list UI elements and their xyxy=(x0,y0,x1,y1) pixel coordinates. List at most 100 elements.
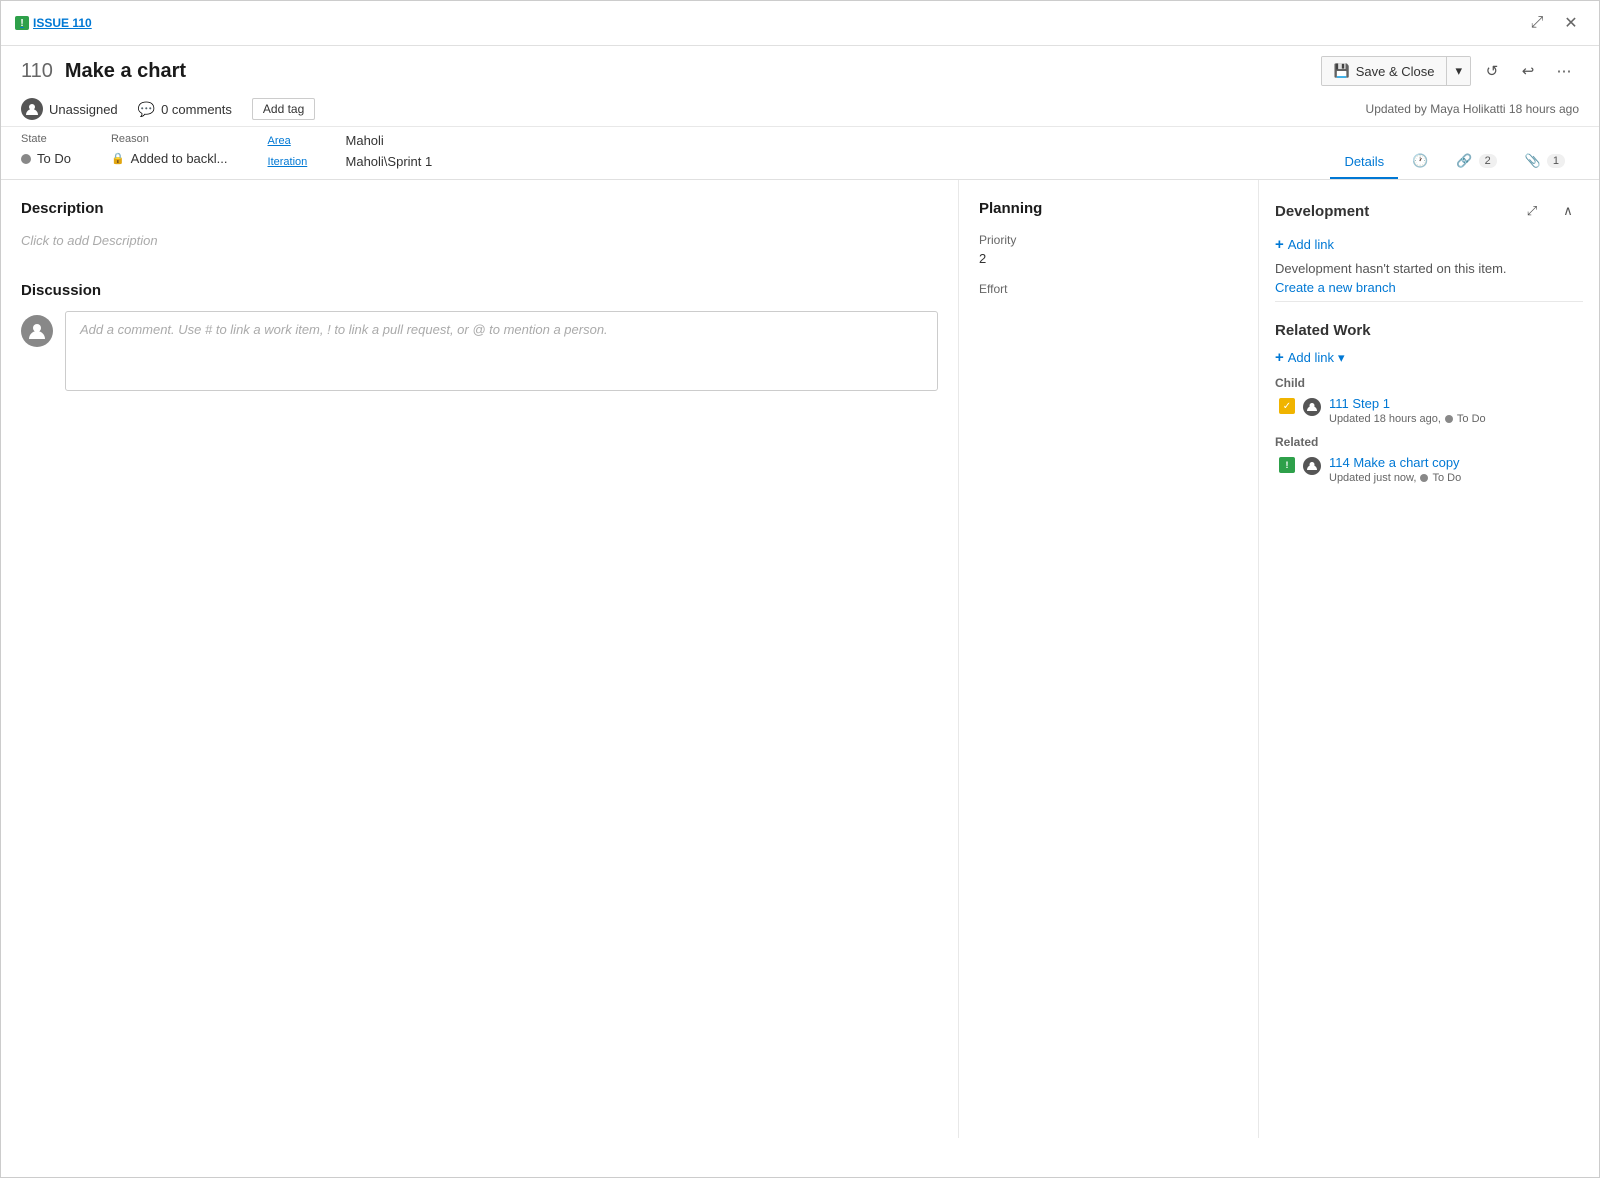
development-header: Development ⤢ ∧ xyxy=(1275,196,1583,226)
expand-window-button[interactable]: ⤢ xyxy=(1523,9,1551,37)
area-iteration-block: Area Maholi Iteration Maholi\Sprint 1 xyxy=(268,133,433,169)
collapse-development-button[interactable]: ∧ xyxy=(1553,196,1583,226)
related-item-issue-icon xyxy=(1279,457,1295,473)
state-value[interactable]: To Do xyxy=(37,151,71,166)
top-bar: ISSUE 110 ⤢ ✕ xyxy=(1,1,1599,46)
reason-value-row: 🔒 Added to backl... xyxy=(111,151,228,166)
issue-icon xyxy=(15,16,29,30)
details-tabs: Details 🕐 🔗 2 📎 1 xyxy=(1310,145,1599,179)
development-title: Development xyxy=(1275,203,1369,220)
comment-placeholder: Add a comment. Use # to link a work item… xyxy=(80,322,608,337)
comment-input[interactable]: Add a comment. Use # to link a work item… xyxy=(65,311,938,391)
save-icon: 💾 xyxy=(1334,63,1350,79)
undo-button[interactable]: ↩ xyxy=(1513,56,1543,86)
comments-count[interactable]: 0 comments xyxy=(161,102,232,117)
reason-value[interactable]: Added to backl... xyxy=(131,151,228,166)
tab-details[interactable]: Details xyxy=(1330,146,1398,179)
state-label: State xyxy=(21,133,71,145)
related-item-avatar xyxy=(1303,457,1321,475)
effort-label: Effort xyxy=(979,282,1238,296)
iteration-label[interactable]: Iteration xyxy=(268,156,338,168)
related-label: Related xyxy=(1275,435,1583,449)
updated-by-text: Updated by Maya Holikatti 18 hours ago xyxy=(1366,102,1579,116)
development-note: Development hasn't started on this item. xyxy=(1275,261,1583,276)
meta-left: Unassigned 💬 0 comments Add tag xyxy=(21,98,315,120)
effort-field: Effort xyxy=(979,282,1238,296)
child-item-status-dot xyxy=(1445,415,1453,423)
planning-title: Planning xyxy=(979,200,1238,217)
left-panel: Description Click to add Description Dis… xyxy=(1,180,959,1138)
save-close-dropdown-button[interactable]: ▾ xyxy=(1447,57,1470,85)
child-item-meta: Updated 18 hours ago, To Do xyxy=(1329,413,1583,425)
tab-attachments[interactable]: 📎 1 xyxy=(1511,145,1579,179)
related-item-link[interactable]: 114 Make a chart copy xyxy=(1329,455,1460,470)
reason-section: Reason 🔒 Added to backl... xyxy=(111,133,228,166)
priority-value[interactable]: 2 xyxy=(979,251,1238,266)
title-left: 110 Make a chart xyxy=(21,60,186,83)
discussion-section: Discussion Add a comment. Use # to link … xyxy=(21,282,938,391)
related-work-title: Related Work xyxy=(1275,322,1583,339)
refresh-button[interactable]: ↺ xyxy=(1477,56,1507,86)
meta-bar: Unassigned 💬 0 comments Add tag Updated … xyxy=(1,92,1599,127)
right-panel: Development ⤢ ∧ + Add link Development h… xyxy=(1259,180,1599,1138)
more-options-button[interactable]: ⋯ xyxy=(1549,56,1579,86)
area-value[interactable]: Maholi xyxy=(346,133,384,148)
avatar[interactable] xyxy=(21,98,43,120)
lock-icon: 🔒 xyxy=(111,152,125,165)
state-section: State To Do xyxy=(21,133,71,166)
assignee-section: Unassigned xyxy=(21,98,118,120)
add-tag-button[interactable]: Add tag xyxy=(252,98,315,120)
iteration-row: Iteration Maholi\Sprint 1 xyxy=(268,154,433,169)
state-dot xyxy=(21,154,31,164)
work-item-window: ISSUE 110 ⤢ ✕ 110 Make a chart 💾 Save & … xyxy=(0,0,1600,1178)
title-bar: 110 Make a chart 💾 Save & Close ▾ ↺ ↩ ⋯ xyxy=(1,46,1599,92)
iteration-value[interactable]: Maholi\Sprint 1 xyxy=(346,154,433,169)
description-title: Description xyxy=(21,200,938,217)
related-item-114: 114 Make a chart copy Updated just now, … xyxy=(1275,455,1583,484)
title-right: 💾 Save & Close ▾ ↺ ↩ ⋯ xyxy=(1321,56,1579,86)
child-item-link[interactable]: 111 Step 1 xyxy=(1329,396,1390,411)
reason-label: Reason xyxy=(111,133,228,145)
area-row: Area Maholi xyxy=(268,133,433,148)
child-item-avatar xyxy=(1303,398,1321,416)
description-placeholder[interactable]: Click to add Description xyxy=(21,229,938,252)
main-content: Description Click to add Description Dis… xyxy=(1,180,1599,1138)
comment-avatar xyxy=(21,315,53,347)
expand-development-button[interactable]: ⤢ xyxy=(1517,196,1547,226)
assignee-label[interactable]: Unassigned xyxy=(49,102,118,117)
chevron-down-icon-related: ▾ xyxy=(1338,350,1345,366)
child-label: Child xyxy=(1275,376,1583,390)
state-bar: State To Do Reason 🔒 Added to backl... A… xyxy=(1,127,1310,179)
plus-icon-related: + xyxy=(1275,349,1284,366)
development-add-link-button[interactable]: + Add link xyxy=(1275,236,1583,253)
issue-tag-link[interactable]: ISSUE 110 xyxy=(15,16,92,30)
attachment-icon: 📎 xyxy=(1525,153,1541,169)
save-close-main-button[interactable]: 💾 Save & Close xyxy=(1322,57,1448,85)
top-bar-left: ISSUE 110 xyxy=(15,16,92,30)
chevron-down-icon: ▾ xyxy=(1455,63,1462,78)
tab-history[interactable]: 🕐 xyxy=(1398,145,1442,179)
discussion-input-row: Add a comment. Use # to link a work item… xyxy=(21,311,938,391)
top-bar-right: ⤢ ✕ xyxy=(1523,9,1585,37)
comments-section: 💬 0 comments xyxy=(138,101,232,118)
create-branch-link[interactable]: Create a new branch xyxy=(1275,280,1396,295)
link-icon: 🔗 xyxy=(1456,153,1472,169)
work-item-title[interactable]: Make a chart xyxy=(65,60,186,83)
related-work-add-link-button[interactable]: + Add link ▾ xyxy=(1275,349,1583,366)
child-item-checkbox xyxy=(1279,398,1295,414)
save-close-button-group: 💾 Save & Close ▾ xyxy=(1321,56,1471,86)
tab-links[interactable]: 🔗 2 xyxy=(1442,145,1510,179)
comment-icon: 💬 xyxy=(138,101,155,118)
planning-panel: Planning Priority 2 Effort xyxy=(959,180,1259,1138)
history-icon: 🕐 xyxy=(1412,153,1428,169)
related-work-section: Related Work + Add link ▾ Child 111 Step… xyxy=(1275,322,1583,484)
discussion-title: Discussion xyxy=(21,282,938,299)
close-window-button[interactable]: ✕ xyxy=(1557,9,1585,37)
related-item-meta: Updated just now, To Do xyxy=(1329,472,1583,484)
area-label[interactable]: Area xyxy=(268,135,338,147)
plus-icon: + xyxy=(1275,236,1284,253)
child-item-info: 111 Step 1 Updated 18 hours ago, To Do xyxy=(1329,396,1583,425)
priority-field: Priority 2 xyxy=(979,233,1238,266)
work-item-number: 110 xyxy=(21,60,53,83)
child-item-111: 111 Step 1 Updated 18 hours ago, To Do xyxy=(1275,396,1583,425)
